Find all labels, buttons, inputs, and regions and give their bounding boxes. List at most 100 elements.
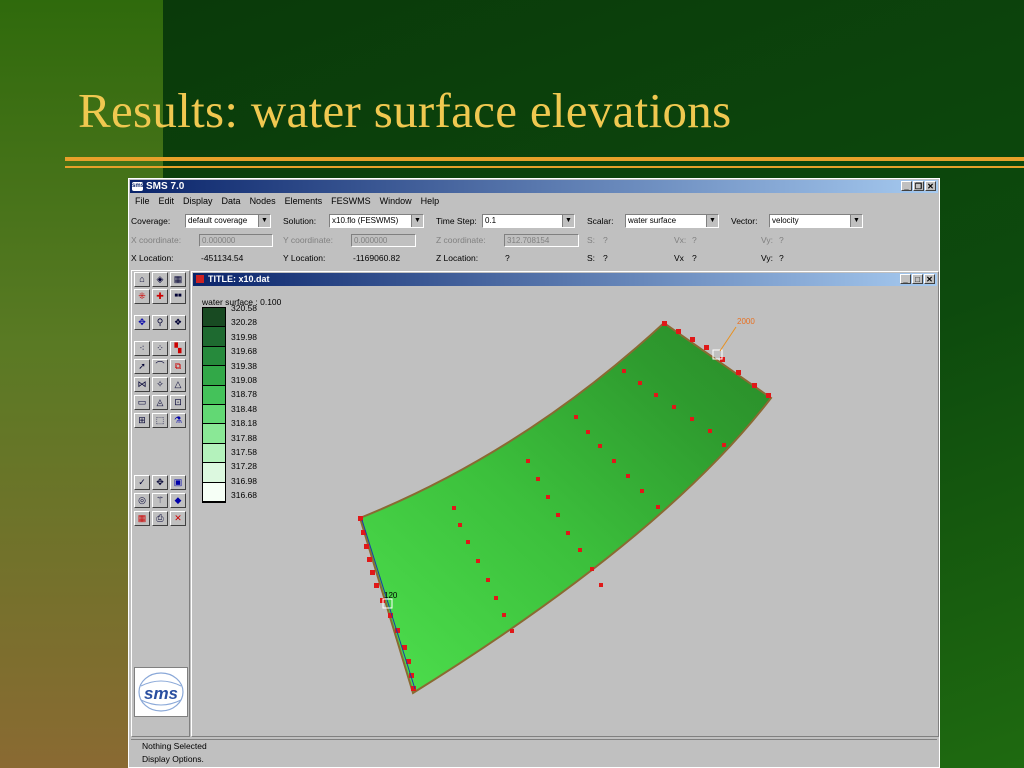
zoom-icon[interactable]: ⚲	[152, 315, 168, 330]
app-icon[interactable]: sms	[132, 182, 144, 191]
scatter-module-icon[interactable]: ■■	[170, 289, 186, 304]
mesh-plot[interactable]: 2000 120	[194, 287, 938, 736]
pan-icon[interactable]: ✥	[134, 315, 150, 330]
y-coordinate-label: Y coordinate:	[283, 235, 333, 245]
triangle-element-icon[interactable]: △	[170, 377, 186, 392]
close-button[interactable]: ✕	[925, 181, 936, 191]
tool-palette: ⌂ ◈ ▦ ⁜ ✚ ■■ ✥ ⚲ ❖ ⁖ ⁘ ▚ ➚ ⌒ ⧉ ⋈ ✧ △ ▭ ◬…	[131, 270, 190, 737]
quad-element-icon[interactable]: ⊡	[170, 395, 186, 410]
document-icon	[196, 275, 204, 283]
s-label: S:	[587, 235, 596, 245]
vy-location-value: ?	[779, 253, 784, 263]
calendar-icon[interactable]: ▦	[134, 511, 150, 526]
menu-elements[interactable]: Elements	[285, 194, 323, 208]
menu-file[interactable]: File	[135, 194, 150, 208]
menu-data[interactable]: Data	[222, 194, 241, 208]
scalar-select[interactable]: water surface ▼	[625, 214, 719, 228]
rotate-icon[interactable]: ❖	[170, 315, 186, 330]
s-location-label: S:	[587, 253, 596, 263]
chevron-down-icon[interactable]: ▼	[850, 215, 862, 227]
status-selection: Nothing Selected	[142, 741, 207, 751]
z-coordinate-field[interactable]: 312.708154	[504, 234, 579, 247]
delete-icon[interactable]: ✕	[170, 511, 186, 526]
slide-title: Results: water surface elevations	[78, 83, 732, 138]
upstream-leader	[719, 326, 737, 352]
move-icon[interactable]: ✥	[152, 475, 168, 490]
window-titlebar[interactable]: sms SMS 7.0 _ ❐ ✕	[130, 180, 938, 193]
select-cell-icon[interactable]: ⬚	[152, 413, 168, 428]
create-strings-icon[interactable]: ✧	[152, 377, 168, 392]
x-coordinate-field[interactable]: 0.000000	[199, 234, 273, 247]
probe-icon[interactable]: ⚗	[170, 413, 186, 428]
status-bar: Nothing Selected Display Options.	[131, 739, 937, 768]
select-nodes-icon[interactable]: ⁜	[134, 289, 150, 304]
select-strings-icon[interactable]: ⋈	[134, 377, 150, 392]
create-nodes-icon[interactable]: ✚	[152, 289, 168, 304]
timestep-label: Time Step:	[436, 216, 477, 226]
coverage-select[interactable]: default coverage ▼	[185, 214, 271, 228]
solution-label: Solution:	[283, 216, 317, 226]
menu-nodes[interactable]: Nodes	[250, 194, 276, 208]
contour-icon[interactable]: ◎	[134, 493, 150, 508]
timestep-select[interactable]: 0.1 ▼	[482, 214, 575, 228]
x-location-label: X Location:	[131, 253, 174, 263]
select-arrow-icon[interactable]: ➚	[134, 359, 150, 374]
menu-feswms[interactable]: FESWMS	[331, 194, 371, 208]
chevron-down-icon[interactable]: ▼	[706, 215, 718, 227]
status-hint: Display Options.	[142, 754, 204, 764]
vector-select[interactable]: velocity ▼	[769, 214, 863, 228]
create-arc-icon[interactable]: ⌒	[152, 359, 168, 374]
chevron-down-icon[interactable]: ▼	[258, 215, 270, 227]
home-icon[interactable]: ⌂	[134, 272, 150, 287]
graphics-window-title: TITLE: x10.dat	[208, 274, 270, 284]
menu-bar: File Edit Display Data Nodes Elements FE…	[131, 194, 439, 208]
scalar-label: Scalar:	[587, 216, 614, 226]
grid-module-icon[interactable]: ▦	[170, 272, 186, 287]
chevron-down-icon[interactable]: ▼	[562, 215, 574, 227]
coverage-label: Coverage:	[131, 216, 171, 226]
vx-value: ?	[692, 235, 697, 245]
sms-logo: sms	[134, 667, 188, 717]
y-coordinate-field[interactable]: 0.000000	[351, 234, 416, 247]
menu-help[interactable]: Help	[421, 194, 440, 208]
vy-location-label: Vy:	[761, 253, 773, 263]
grid-select-icon[interactable]: ⊞	[134, 413, 150, 428]
graphics-window-titlebar[interactable]: TITLE: x10.dat _ □ ✕	[193, 273, 937, 286]
vy-label: Vy:	[761, 235, 773, 245]
restore-button[interactable]: ❐	[913, 181, 924, 191]
timestep-value: 0.1	[485, 216, 497, 225]
menu-display[interactable]: Display	[183, 194, 213, 208]
merge-elements-icon[interactable]: ⧉	[170, 359, 186, 374]
graphics-canvas[interactable]: water surface : 0.100 320.58 320.28 319.…	[194, 287, 936, 734]
x-location-value: -451134.54	[201, 253, 244, 263]
minimize-button[interactable]: _	[901, 181, 912, 191]
child-maximize-button[interactable]: □	[912, 274, 923, 284]
menu-edit[interactable]: Edit	[159, 194, 175, 208]
fill-icon[interactable]: ◆	[170, 493, 186, 508]
triangle-select-icon[interactable]: ◬	[152, 395, 168, 410]
vector-label: Vector:	[731, 216, 758, 226]
y-location-label: Y Location:	[283, 253, 326, 263]
solution-select[interactable]: x10.flo (FESWMS) ▼	[329, 214, 424, 228]
coordinate-row: X coordinate: 0.000000 Y coordinate: 0.0…	[131, 232, 937, 248]
mesh-module-icon[interactable]: ◈	[152, 272, 168, 287]
measure-icon[interactable]: ✓	[134, 475, 150, 490]
menu-window[interactable]: Window	[380, 194, 412, 208]
plot-icon[interactable]: ⚚	[152, 493, 168, 508]
select-vertices-icon[interactable]: ⁖	[134, 341, 150, 356]
child-minimize-button[interactable]: _	[900, 274, 911, 284]
vx-label: Vx:	[674, 235, 687, 245]
mesh-domain	[358, 321, 773, 695]
solution-value: x10.flo (FESWMS)	[332, 216, 399, 225]
child-close-button[interactable]: ✕	[924, 274, 935, 284]
print-icon[interactable]: ⎙	[152, 511, 168, 526]
z-location-value: ?	[505, 253, 510, 263]
s-value: ?	[603, 235, 608, 245]
vector-value: velocity	[772, 216, 799, 225]
display-icon[interactable]: ▣	[170, 475, 186, 490]
create-vertices-icon[interactable]: ⁘	[152, 341, 168, 356]
vx-location-label: Vx	[674, 253, 684, 263]
select-elements-icon[interactable]: ▚	[170, 341, 186, 356]
rectangle-select-icon[interactable]: ▭	[134, 395, 150, 410]
chevron-down-icon[interactable]: ▼	[411, 215, 423, 227]
